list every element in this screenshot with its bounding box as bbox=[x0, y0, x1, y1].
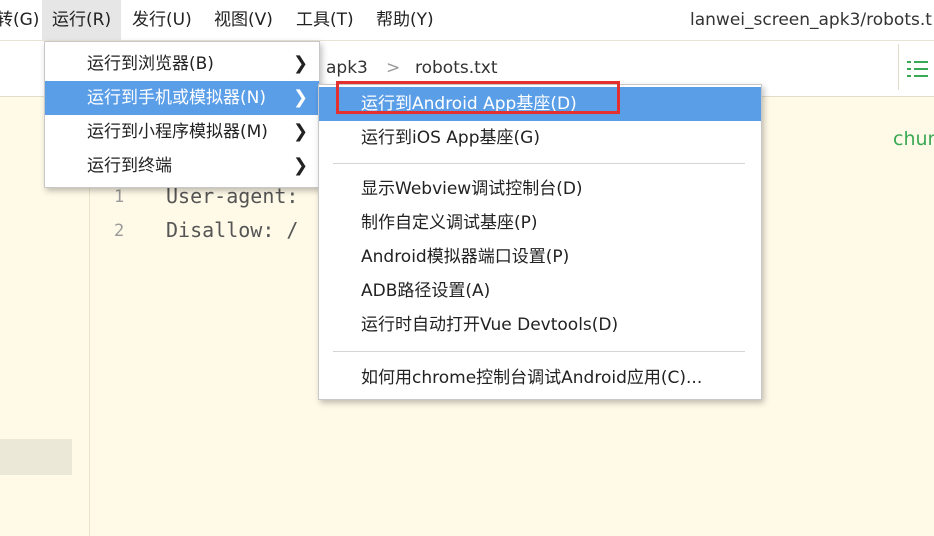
menu-view[interactable]: 视图(V) bbox=[214, 0, 273, 40]
menu-item-label: 运行到iOS App基座(G) bbox=[361, 128, 540, 148]
menu-item-label: 运行时自动打开Vue Devtools(D) bbox=[361, 315, 619, 335]
menu-tools[interactable]: 工具(T) bbox=[296, 0, 354, 40]
menu-item-label: 运行到浏览器(B) bbox=[87, 54, 214, 74]
chevron-right-icon: ❯ bbox=[293, 53, 309, 74]
menu-run[interactable]: 运行(R) bbox=[42, 0, 122, 40]
menu-item-label: ADB路径设置(A) bbox=[361, 281, 491, 301]
menu-item-label: 运行到手机或模拟器(N) bbox=[87, 88, 266, 108]
menu-item-label: 运行到终端 bbox=[87, 156, 172, 176]
menu-item-label: Android模拟器端口设置(P) bbox=[361, 247, 570, 267]
menu-item-adb-path[interactable]: ADB路径设置(A) bbox=[319, 274, 761, 308]
breadcrumb-file[interactable]: robots.txt bbox=[415, 58, 498, 78]
chevron-right-icon: ❯ bbox=[293, 155, 309, 176]
menu-publish[interactable]: 发行(U) bbox=[132, 0, 192, 40]
annotation-highlight-box bbox=[336, 81, 620, 114]
menu-item-run-ios-base[interactable]: 运行到iOS App基座(G) bbox=[319, 121, 761, 155]
menu-item-vue-devtools[interactable]: 运行时自动打开Vue Devtools(D) bbox=[319, 308, 761, 342]
menu-bar: 转(G) 运行(R) 发行(U) 视图(V) 工具(T) 帮助(Y) lanwe… bbox=[0, 0, 934, 41]
line-number: 2 bbox=[114, 221, 125, 241]
menu-separator bbox=[333, 351, 745, 352]
device-submenu: 运行到Android App基座(D) 运行到iOS App基座(G) 显示We… bbox=[318, 84, 762, 400]
menu-item-run-browser[interactable]: 运行到浏览器(B) ❯ bbox=[45, 47, 319, 81]
menu-item-run-device[interactable]: 运行到手机或模拟器(N) ❯ bbox=[45, 81, 319, 115]
menu-item-webview-console[interactable]: 显示Webview调试控制台(D) bbox=[319, 172, 761, 206]
line-number: 1 bbox=[114, 187, 125, 207]
menu-item-chrome-debug-help[interactable]: 如何用chrome控制台调试Android应用(C)... bbox=[319, 361, 761, 395]
chevron-right-icon: ❯ bbox=[293, 121, 309, 142]
breadcrumb-separator: > bbox=[386, 58, 401, 78]
menu-item-run-miniprogram[interactable]: 运行到小程序模拟器(M) ❯ bbox=[45, 115, 319, 149]
menu-item-label: 显示Webview调试控制台(D) bbox=[361, 179, 583, 199]
outline-icon[interactable] bbox=[906, 58, 928, 80]
chevron-right-icon: ❯ bbox=[293, 87, 309, 108]
code-line[interactable]: Disallow: / bbox=[166, 218, 298, 242]
menu-help[interactable]: 帮助(Y) bbox=[376, 0, 434, 40]
menu-item-emulator-port[interactable]: Android模拟器端口设置(P) bbox=[319, 240, 761, 274]
menu-item-label: 如何用chrome控制台调试Android应用(C)... bbox=[361, 368, 703, 388]
menu-item-run-terminal[interactable]: 运行到终端 ❯ bbox=[45, 149, 319, 183]
menu-item-label: 运行到小程序模拟器(M) bbox=[87, 122, 268, 142]
editor-hint-text: chur bbox=[893, 128, 934, 150]
sidebar-selected-row[interactable] bbox=[0, 439, 72, 475]
breadcrumb-project[interactable]: apk3 bbox=[326, 58, 368, 78]
menu-goto[interactable]: 转(G) bbox=[0, 0, 39, 40]
toolbar-divider bbox=[898, 44, 899, 90]
run-menu-dropdown: 运行到浏览器(B) ❯ 运行到手机或模拟器(N) ❯ 运行到小程序模拟器(M) … bbox=[44, 41, 320, 188]
menu-item-custom-base[interactable]: 制作自定义调试基座(P) bbox=[319, 206, 761, 240]
menu-item-label: 制作自定义调试基座(P) bbox=[361, 213, 538, 233]
window-title: lanwei_screen_apk3/robots.t bbox=[690, 10, 932, 30]
menu-separator bbox=[333, 163, 745, 164]
